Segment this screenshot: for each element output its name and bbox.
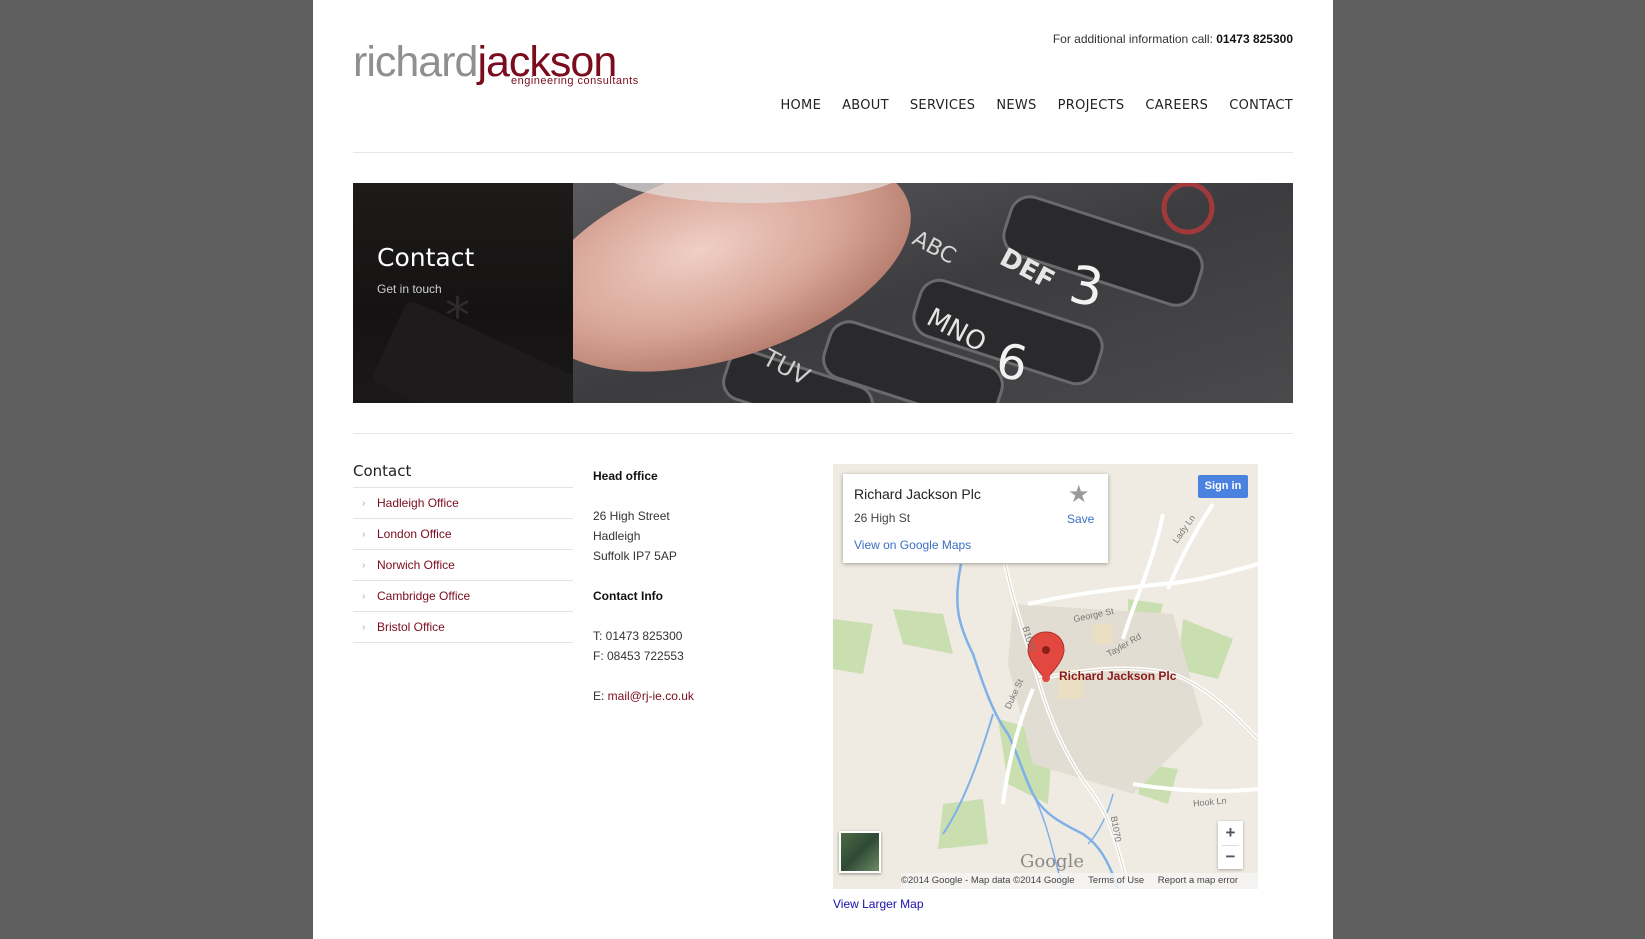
- fax: F: 08453 722553: [593, 649, 684, 663]
- place-name: Richard Jackson Plc: [854, 486, 981, 502]
- save-button[interactable]: Save: [1067, 512, 1094, 526]
- chevron-right-icon: ›: [362, 559, 366, 571]
- zoom-divider: [1222, 845, 1239, 846]
- page-container: richardjackson engineering consultants F…: [313, 0, 1333, 939]
- sidebar-link-cambridge[interactable]: Cambridge Office: [377, 589, 470, 603]
- sidebar-link-hadleigh[interactable]: Hadleigh Office: [377, 496, 459, 510]
- sidebar-link-bristol[interactable]: Bristol Office: [377, 620, 445, 634]
- view-larger-map-link[interactable]: View Larger Map: [833, 897, 924, 911]
- chevron-right-icon: ›: [362, 497, 366, 509]
- sidebar-item-hadleigh[interactable]: › Hadleigh Office: [353, 488, 573, 519]
- nav-projects[interactable]: PROJECTS: [1058, 98, 1125, 113]
- logo[interactable]: richardjackson engineering consultants: [353, 41, 673, 90]
- office-list: › Hadleigh Office › London Office › Norwich…: [353, 487, 573, 643]
- content-divider: [353, 433, 1293, 434]
- contact-info-title: Contact Info: [593, 589, 663, 603]
- sidebar-heading: Contact: [353, 462, 412, 480]
- nav-contact[interactable]: CONTACT: [1229, 98, 1293, 113]
- google-map[interactable]: George St Tayler Rd B1070 Duke St Hook L…: [833, 464, 1258, 889]
- call-number: 01473 825300: [1216, 32, 1293, 46]
- zoom-control: + −: [1218, 821, 1243, 869]
- google-logo: Google: [1020, 851, 1084, 872]
- terms-link[interactable]: Terms of Use: [1088, 875, 1144, 886]
- sidebar-item-bristol[interactable]: › Bristol Office: [353, 612, 573, 643]
- chevron-right-icon: ›: [362, 528, 366, 540]
- report-error-link[interactable]: Report a map error: [1158, 875, 1238, 886]
- logo-tagline: engineering consultants: [511, 75, 639, 87]
- contact-sidebar: Contact › Hadleigh Office › London Office …: [353, 462, 573, 643]
- phone-keypad-image: ABC DEF 3 MNO 6 TUV: [535, 183, 1293, 403]
- satellite-toggle[interactable]: [839, 831, 881, 873]
- map-attribution: ©2014 Google - Map data ©2014 Google Ter…: [901, 873, 1258, 889]
- banner-title: Contact: [377, 243, 475, 272]
- email-line: E: mail@rj-ie.co.uk: [593, 686, 813, 706]
- sidebar-item-cambridge[interactable]: › Cambridge Office: [353, 581, 573, 612]
- star-icon[interactable]: ★: [1068, 480, 1090, 509]
- address-block: Head office 26 High Street Hadleigh Suff…: [593, 466, 813, 706]
- place-address: 26 High St: [854, 511, 911, 525]
- zoom-out-button[interactable]: −: [1218, 845, 1243, 869]
- sidebar-link-london[interactable]: London Office: [377, 527, 452, 541]
- sign-in-button[interactable]: Sign in: [1198, 475, 1248, 498]
- nav-home[interactable]: HOME: [780, 98, 821, 113]
- banner-subtitle: Get in touch: [377, 282, 442, 296]
- call-prefix: For additional information call:: [1052, 32, 1213, 46]
- chevron-right-icon: ›: [362, 590, 366, 602]
- header-divider: [353, 152, 1293, 153]
- map-pin-label[interactable]: Richard Jackson Plc: [1059, 669, 1176, 683]
- email-prefix: E:: [593, 689, 608, 703]
- call-info: For additional information call: 01473 8…: [1053, 32, 1293, 46]
- nav-services[interactable]: SERVICES: [910, 98, 975, 113]
- email-link[interactable]: mail@rj-ie.co.uk: [608, 689, 694, 703]
- address-line-3: Suffolk IP7 5AP: [593, 549, 677, 563]
- content-wrapper: richardjackson engineering consultants F…: [353, 0, 1293, 939]
- address-line-1: 26 High Street: [593, 509, 670, 523]
- nav-about[interactable]: ABOUT: [842, 98, 889, 113]
- logo-richard: richard: [353, 38, 478, 86]
- hero-banner: * Contact Get in touch ABC DEF 3 MNO 6 T…: [353, 183, 1293, 403]
- main-nav: HOME ABOUT SERVICES NEWS PROJECTS CAREER…: [780, 98, 1293, 113]
- sidebar-item-norwich[interactable]: › Norwich Office: [353, 550, 573, 581]
- sidebar-link-norwich[interactable]: Norwich Office: [377, 558, 455, 572]
- sidebar-item-london[interactable]: › London Office: [353, 519, 573, 550]
- nav-careers[interactable]: CAREERS: [1145, 98, 1208, 113]
- attribution-text: ©2014 Google - Map data ©2014 Google: [901, 875, 1075, 886]
- address-line-2: Hadleigh: [593, 529, 641, 543]
- zoom-in-button[interactable]: +: [1218, 821, 1243, 845]
- view-on-google-maps-link[interactable]: View on Google Maps: [854, 538, 971, 552]
- place-info-card: Richard Jackson Plc 26 High St View on G…: [843, 474, 1108, 563]
- nav-news[interactable]: NEWS: [996, 98, 1036, 113]
- banner-title-panel: * Contact Get in touch: [353, 183, 573, 403]
- chevron-right-icon: ›: [362, 621, 366, 633]
- head-office-title: Head office: [593, 469, 658, 483]
- telephone: T: 01473 825300: [593, 629, 683, 643]
